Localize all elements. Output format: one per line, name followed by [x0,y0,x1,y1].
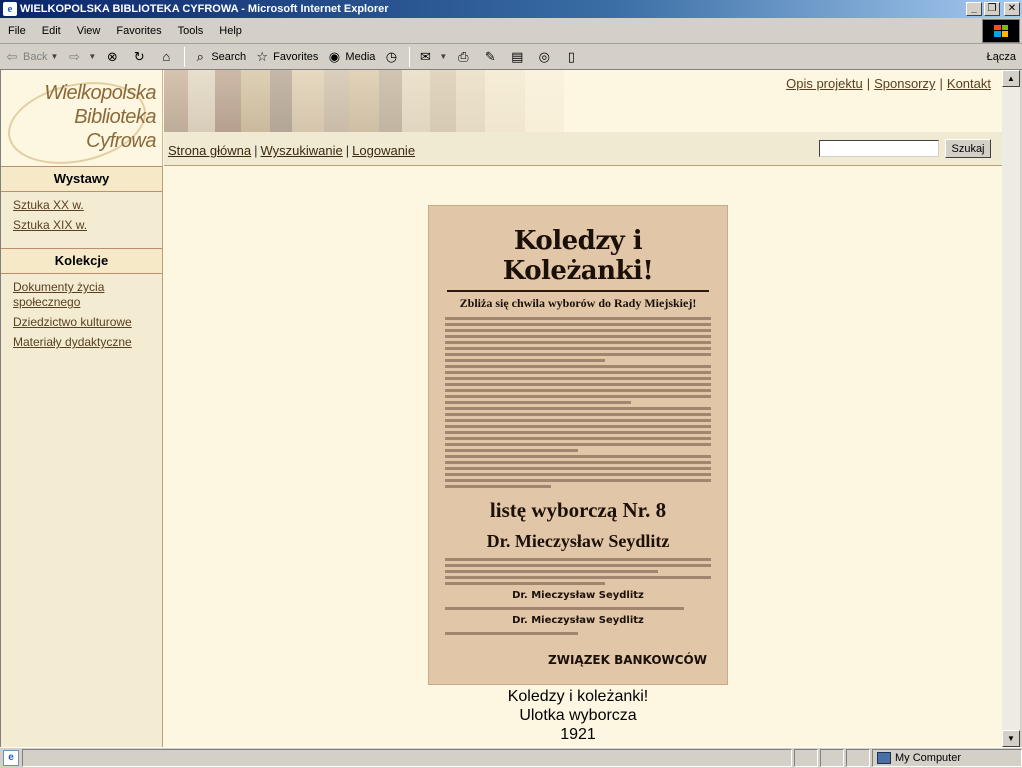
menu-edit[interactable]: Edit [34,25,69,37]
scroll-down-icon[interactable]: ▼ [1002,730,1020,747]
menu-file[interactable]: File [0,25,34,37]
sidebar-heading-wystawy: Wystawy [1,166,162,192]
dropdown-arrow-icon: ▼ [50,52,59,61]
sidebar-list-wystawy: Sztuka XX w. Sztuka XIX w. [1,192,162,248]
poster-headline: Koledzy i Koleżanki! [502,226,654,286]
caption-year: 1921 [560,726,596,743]
nav-logowanie[interactable]: Logowanie [352,143,415,158]
search-button-toolbar[interactable]: ⌕ Search [188,46,250,68]
forward-arrow-icon: ⇨ [68,48,80,64]
links-toolbar[interactable]: Łącza [987,51,1022,63]
poster-candidate-repeat: Dr. Mieczysław Seydlitz [512,590,644,601]
poster-body-text [445,317,711,488]
sidebar-item-dokumenty[interactable]: Dokumenty życia społecznego [13,280,143,310]
link-opis-projektu[interactable]: Opis projektu [786,76,863,91]
scroll-up-icon[interactable]: ▲ [1002,70,1020,87]
edit-icon: ✎ [484,48,496,64]
menu-view[interactable]: View [69,25,109,37]
poster-candidate-repeat: Dr. Mieczysław Seydlitz [512,615,644,626]
sidebar-item-materialy[interactable]: Materiały dydaktyczne [13,335,143,350]
history-icon: ◷ [385,48,398,64]
sidebar: Wystawy Sztuka XX w. Sztuka XIX w. Kolek… [1,166,163,747]
link-kontakt[interactable]: Kontakt [947,76,991,91]
search-submit-button[interactable]: Szukaj [945,139,991,158]
mail-button[interactable]: ✉ ▼ [413,46,451,68]
edit-button[interactable]: ✎ [478,46,505,68]
sidebar-heading-kolekcje: Kolekcje [1,248,162,274]
caption-title: Koledzy i koleżanki! [507,688,649,705]
nav-strona-glowna[interactable]: Strona główna [168,143,251,158]
windows-logo-icon [982,18,1020,43]
document-icon: ▤ [511,48,524,64]
ie-icon: e [3,2,17,16]
toolbar: ⇦ Back ▼ ⇨ ▼ ⊗ ↻ ⌂ ⌕ Search ☆ Favorites … [0,44,1022,70]
refresh-button[interactable]: ↻ [127,46,154,68]
dropdown-arrow-icon: ▼ [439,52,448,61]
main-content: Koledzy i Koleżanki! Zbliża się chwila w… [164,167,1002,747]
nav-bar: Strona główna | Wyszukiwanie | Logowanie Szu… [164,132,1002,166]
page-icon: ▯ [567,48,575,64]
dropdown-arrow-icon: ▼ [88,52,97,61]
close-button[interactable]: ✕ [1004,2,1020,16]
books-banner-image [164,70,564,132]
home-button[interactable]: ⌂ [154,46,181,68]
stop-icon: ⊗ [106,48,118,64]
page-viewport: Wielkopolska Biblioteka Cyfrowa Opis pro… [0,70,1002,747]
sidebar-item-dziedzictwo[interactable]: Dziedzictwo kulturowe [13,315,143,330]
link-sponsorzy[interactable]: Sponsorzy [874,76,935,91]
home-icon: ⌂ [162,48,171,64]
print-button[interactable]: ⎙ [451,46,478,68]
logo-text-line: Cyfrowa [86,130,156,152]
menu-bar: File Edit View Favorites Tools Help [0,18,1022,44]
favorites-button[interactable]: ☆ Favorites [250,46,322,68]
mail-icon: ✉ [419,48,431,64]
printer-icon: ⎙ [458,48,469,64]
vertical-scrollbar[interactable]: ▲ ▼ [1002,70,1020,747]
research-icon: ◎ [538,48,550,64]
menu-help[interactable]: Help [211,25,250,37]
window-title: WIELKOPOLSKA BIBLIOTEKA CYFROWA - Micros… [20,3,389,15]
security-zone: My Computer [872,749,1022,767]
poster-subheadline: Zbliża się chwila wyborów do Rady Miejsk… [459,296,697,310]
sidebar-item-sztuka-xix[interactable]: Sztuka XIX w. [13,218,143,233]
computer-icon [877,752,891,764]
messenger-button[interactable]: ▯ [559,46,586,68]
site-logo[interactable]: Wielkopolska Biblioteka Cyfrowa [1,70,163,166]
search-input[interactable] [819,140,939,157]
media-button[interactable]: ◉ Media [322,46,379,68]
back-button[interactable]: ⇦ Back ▼ [0,46,62,68]
page-status-icon: e [3,750,19,766]
poster-candidate: Dr. Mieczysław Seydlitz [486,531,670,551]
caption-type: Ulotka wyborcza [519,707,637,724]
top-links: Opis projektu | Sponsorzy | Kontakt [786,76,991,91]
sidebar-item-sztuka-xx[interactable]: Sztuka XX w. [13,198,143,213]
star-icon: ☆ [256,48,268,64]
menu-favorites[interactable]: Favorites [108,25,169,37]
discuss-button[interactable]: ▤ [505,46,532,68]
history-button[interactable]: ◷ [379,46,406,68]
poster-image[interactable]: Koledzy i Koleżanki! Zbliża się chwila w… [428,205,728,685]
media-icon: ◉ [328,48,341,64]
nav-wyszukiwanie[interactable]: Wyszukiwanie [261,143,343,158]
status-text [22,749,792,767]
restore-button[interactable]: ❐ [984,2,1000,16]
refresh-icon: ↻ [133,48,145,64]
logo-text-line: Wielkopolska [44,82,156,104]
poster-signature: ZWIĄZEK BANKOWCÓW [548,653,707,667]
title-bar: e WIELKOPOLSKA BIBLIOTEKA CYFROWA - Micr… [0,0,1022,18]
stop-button[interactable]: ⊗ [100,46,127,68]
main-nav: Strona główna | Wyszukiwanie | Logowanie [168,143,416,158]
image-caption: Koledzy i koleżanki! Ulotka wyborcza 192… [428,687,728,744]
forward-button[interactable]: ⇨ ▼ [62,46,100,68]
status-bar: e My Computer [0,747,1022,768]
minimize-button[interactable]: _ [966,2,982,16]
header-banner: Opis projektu | Sponsorzy | Kontakt [164,70,1002,132]
poster-list-number: listę wyborczą Nr. 8 [489,498,667,522]
sidebar-list-kolekcje: Dokumenty życia społecznego Dziedzictwo … [1,274,162,365]
menu-tools[interactable]: Tools [170,25,212,37]
search-icon: ⌕ [196,48,204,64]
back-arrow-icon: ⇦ [6,48,18,64]
logo-text-line: Biblioteka [74,106,156,128]
research-button[interactable]: ◎ [532,46,559,68]
